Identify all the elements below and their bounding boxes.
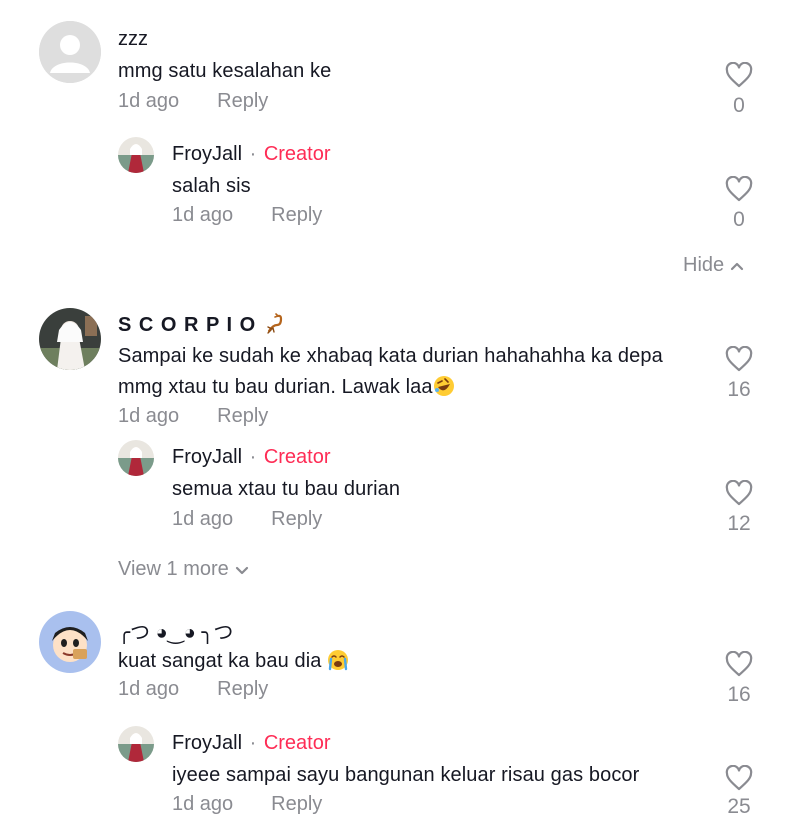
- like-count: 12: [727, 512, 751, 535]
- like-count: 25: [727, 795, 751, 818]
- comment-text: Sampai ke sudah ke xhabaq kata durian ha…: [118, 345, 663, 367]
- chevron-down-icon: [235, 566, 248, 574]
- comment-text: kuat sangat ka bau dia: [118, 650, 328, 672]
- reply-button[interactable]: Reply: [271, 793, 322, 815]
- scorpion-emoji-icon: [267, 313, 282, 334]
- like-count: 0: [733, 94, 745, 117]
- separator-dot: ·: [249, 732, 257, 754]
- rolling-laughing-emoji-icon: [433, 376, 454, 396]
- like-count: 16: [727, 378, 751, 401]
- like-count: 0: [733, 208, 745, 231]
- crying-face-emoji-icon: [328, 650, 349, 671]
- hide-replies-label: Hide: [683, 254, 725, 276]
- default-avatar[interactable]: [39, 21, 101, 83]
- reply-button[interactable]: Reply: [217, 678, 268, 700]
- chevron-up-icon: [731, 262, 744, 270]
- like-button[interactable]: 25: [719, 765, 759, 819]
- comment-username[interactable]: ╭つ ◕‿◕ ╮つ: [118, 616, 233, 645]
- comment-timestamp: 1d ago: [118, 678, 180, 700]
- reply-text: iyeee sampai sayu bangunan keluar risau …: [172, 764, 640, 786]
- comment-timestamp: 1d ago: [118, 405, 180, 427]
- creator-badge: Creator: [263, 446, 331, 468]
- creator-badge: Creator: [263, 732, 331, 754]
- user-avatar[interactable]: [39, 308, 101, 370]
- heart-outline-icon: [725, 62, 753, 88]
- heart-outline-icon: [725, 176, 753, 202]
- heart-outline-icon: [725, 765, 753, 791]
- like-count: 16: [727, 683, 751, 706]
- like-button[interactable]: 16: [719, 346, 759, 402]
- like-button[interactable]: 12: [719, 480, 759, 536]
- hide-replies-button[interactable]: Hide: [683, 254, 744, 277]
- comment-text: mmg satu kesalahan ke: [118, 60, 332, 82]
- reply-button[interactable]: Reply: [217, 90, 268, 112]
- reply-button[interactable]: Reply: [217, 405, 268, 427]
- comment-timestamp: 1d ago: [118, 90, 180, 112]
- view-more-label: View 1 more: [118, 558, 229, 580]
- reply-text: semua xtau tu bau durian: [172, 478, 401, 500]
- heart-outline-icon: [725, 346, 753, 372]
- creator-avatar[interactable]: [118, 726, 154, 762]
- reply-username[interactable]: FroyJall: [172, 732, 242, 754]
- reply-timestamp: 1d ago: [172, 793, 234, 815]
- creator-avatar[interactable]: [118, 137, 154, 173]
- creator-badge: Creator: [263, 143, 331, 165]
- heart-outline-icon: [725, 651, 753, 677]
- reply-username[interactable]: FroyJall: [172, 446, 242, 468]
- like-button[interactable]: 16: [719, 651, 759, 707]
- comment-username[interactable]: zzz: [118, 28, 148, 51]
- comment-username[interactable]: S C O R P I O: [118, 314, 256, 336]
- user-avatar[interactable]: [39, 611, 101, 673]
- reply-timestamp: 1d ago: [172, 508, 234, 530]
- separator-dot: ·: [249, 446, 257, 468]
- view-more-replies-button[interactable]: View 1 more: [118, 558, 249, 581]
- reply-button[interactable]: Reply: [271, 204, 322, 226]
- creator-avatar[interactable]: [118, 440, 154, 476]
- reply-username[interactable]: FroyJall: [172, 143, 242, 165]
- comment-text-line2: mmg xtau tu bau durian. Lawak laa: [118, 376, 433, 398]
- heart-outline-icon: [725, 480, 753, 506]
- reply-timestamp: 1d ago: [172, 204, 234, 226]
- reply-button[interactable]: Reply: [271, 508, 322, 530]
- reply-text: salah sis: [172, 175, 251, 197]
- like-button[interactable]: 0: [719, 176, 759, 232]
- separator-dot: ·: [249, 143, 257, 165]
- like-button[interactable]: 0: [719, 62, 759, 118]
